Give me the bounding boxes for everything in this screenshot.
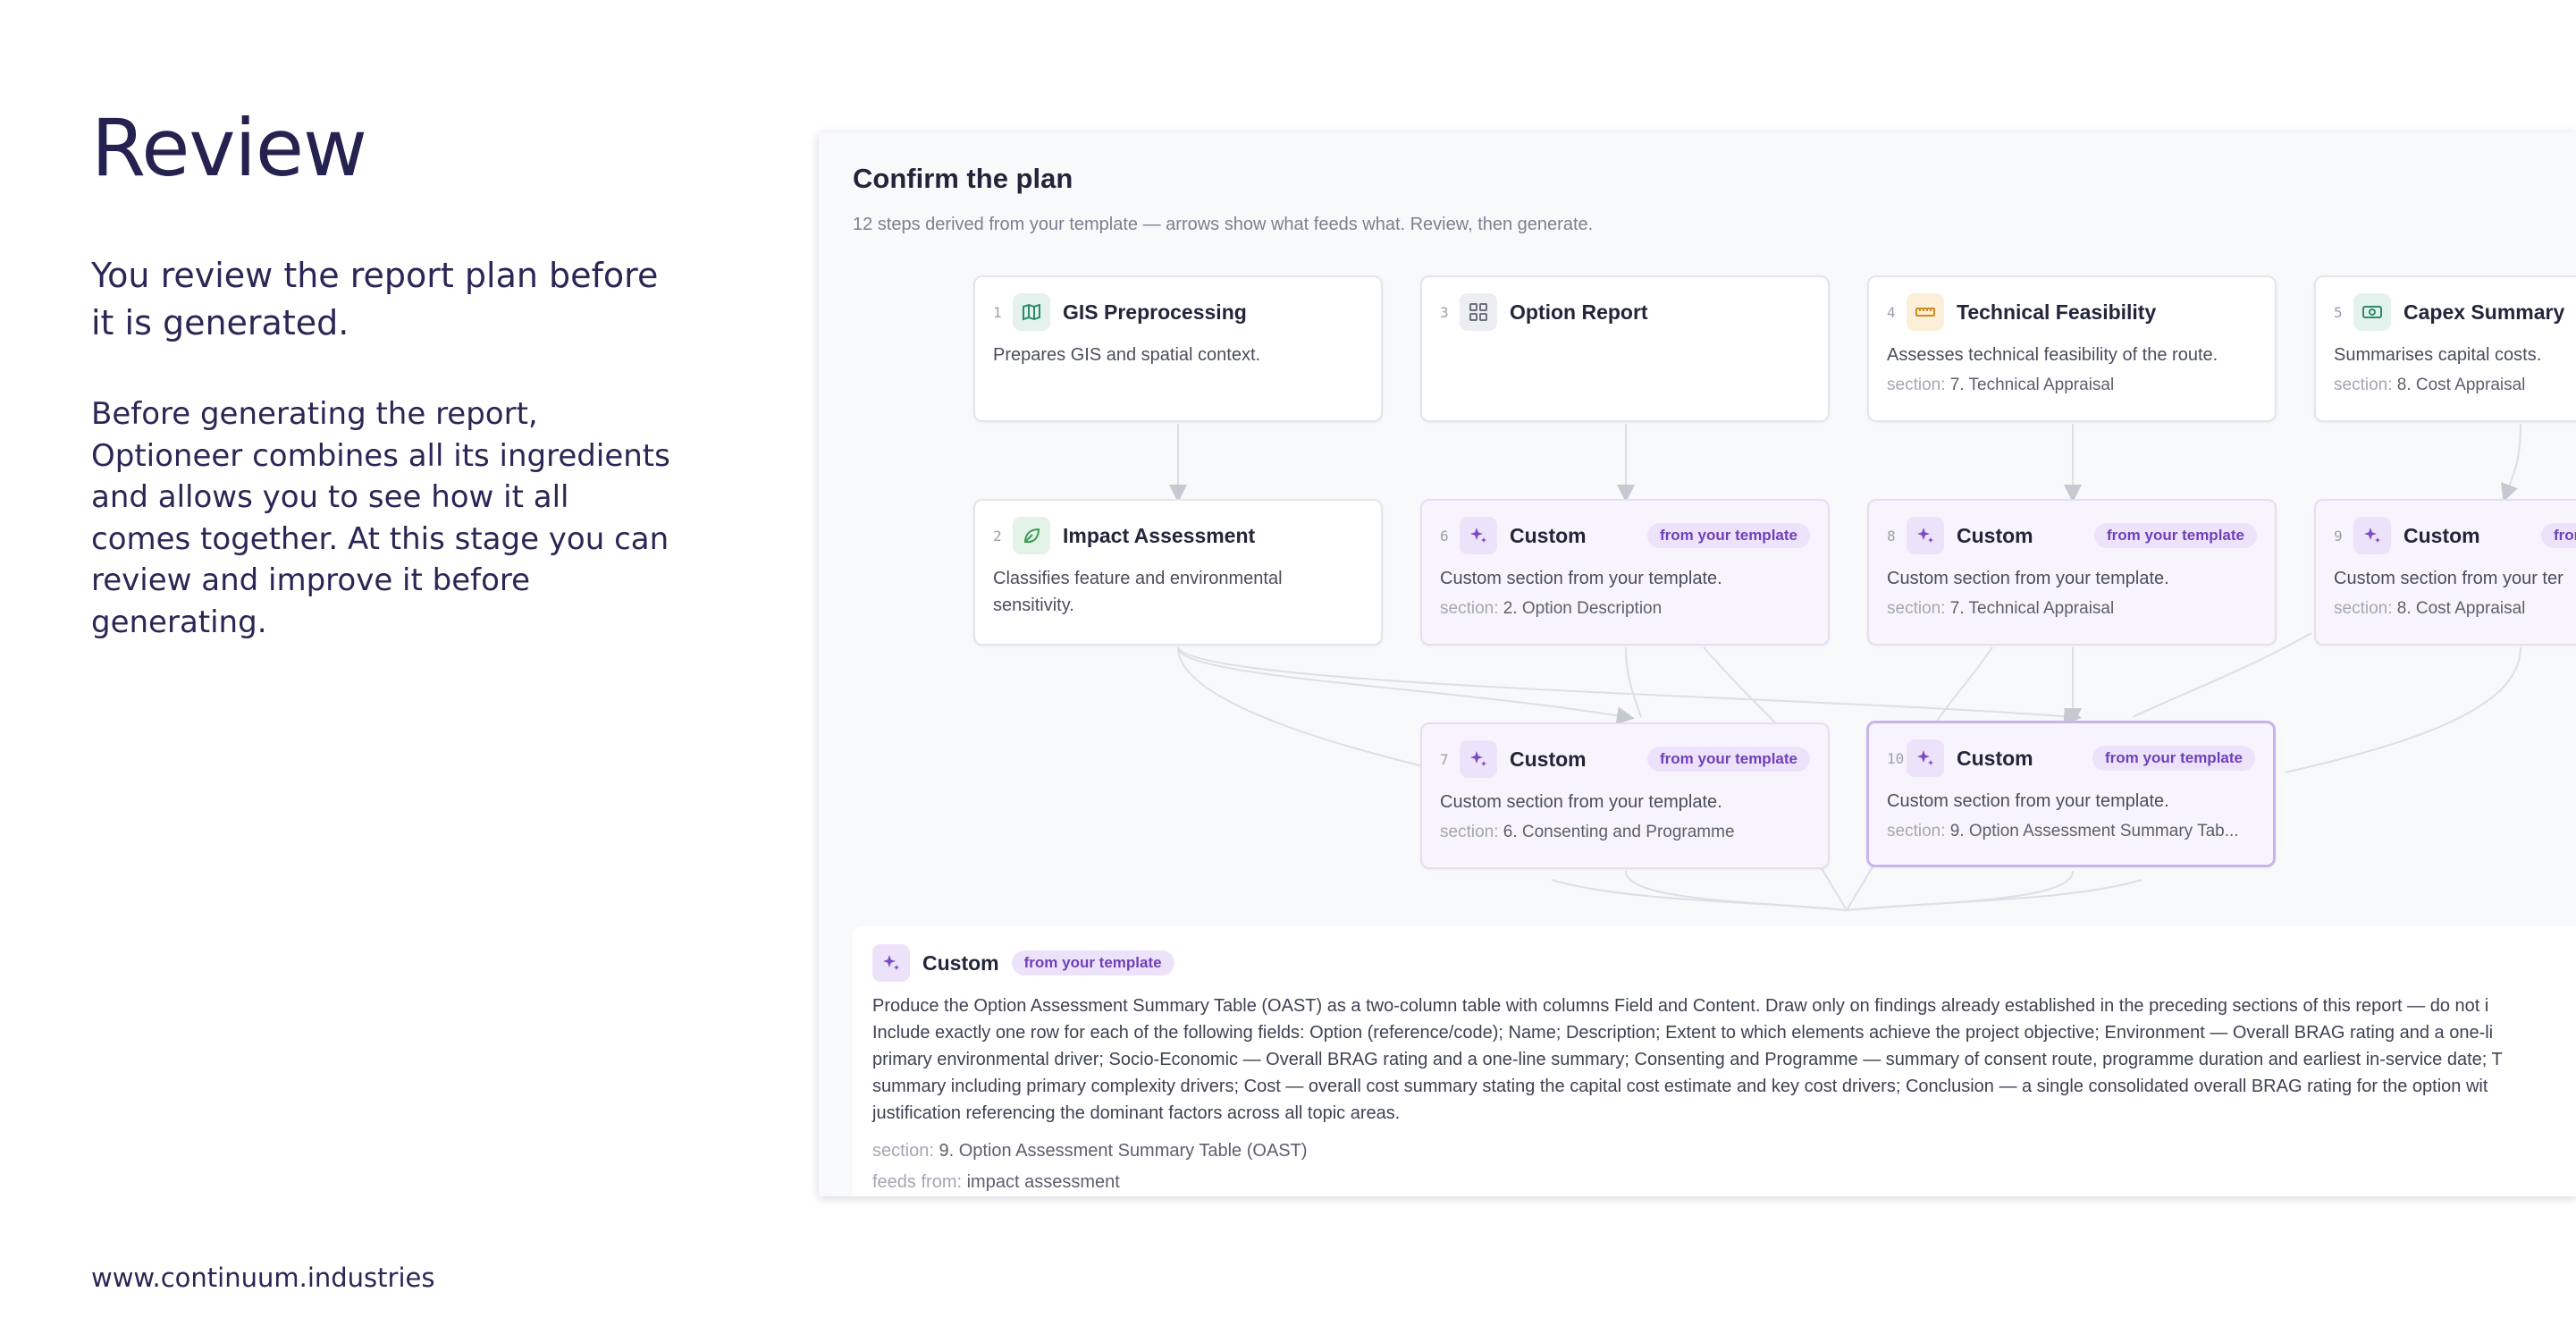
ruler-icon	[1907, 293, 1944, 331]
node-title: Custom	[1957, 746, 2033, 770]
detail-section: section: 9. Option Assessment Summary Ta…	[872, 1141, 1308, 1161]
node-number: 6	[1440, 527, 1449, 545]
node-title: Option Report	[1510, 300, 1648, 324]
sparkle-icon	[1907, 739, 1944, 777]
plan-title: Confirm the plan	[853, 163, 1073, 194]
node-number: 2	[993, 527, 1002, 545]
node-description: Custom section from your template.	[1440, 792, 1722, 812]
plan-node-capex-summary[interactable]: 5 Capex Summary Summarises capital costs…	[2314, 275, 2576, 422]
sparkle-icon	[2353, 517, 2391, 554]
template-badge: from your template	[1647, 523, 1810, 548]
plan-subtitle: 12 steps derived from your template — ar…	[853, 215, 1594, 234]
sparkle-icon	[1907, 517, 1944, 554]
node-description: Custom section from your ter	[2334, 569, 2563, 588]
sparkle-icon	[1460, 517, 1497, 554]
grid-icon	[1460, 293, 1497, 331]
template-badge: from your template	[1011, 950, 1174, 976]
template-badge: from your template	[2092, 746, 2255, 771]
template-badge: from your template	[2541, 523, 2576, 548]
leaf-icon	[1013, 517, 1050, 554]
node-number: 1	[993, 303, 1002, 321]
node-title: Impact Assessment	[1063, 523, 1256, 547]
node-title: Custom	[1510, 523, 1587, 547]
detail-prompt-text: Produce the Option Assessment Summary Ta…	[872, 996, 2503, 1123]
template-badge: from your template	[1647, 747, 1810, 772]
app-screenshot: Confirm the plan 12 steps derived from y…	[819, 132, 2576, 1196]
sparkle-icon	[872, 944, 910, 982]
node-description: Prepares GIS and spatial context.	[993, 345, 1261, 365]
node-title: Custom	[1957, 523, 2033, 547]
node-number: 4	[1887, 303, 1896, 321]
plan-node-custom-9[interactable]: 9 Custom from your template Custom secti…	[2314, 499, 2576, 646]
slide-lead-text: You review the report plan before it is …	[91, 256, 659, 342]
node-title: Capex Summary	[2403, 300, 2565, 324]
node-section: section: 7. Technical Appraisal	[1887, 376, 2115, 394]
node-description: Classifies feature and environmental sen…	[993, 569, 1283, 615]
node-description: Custom section from your template.	[1887, 791, 2169, 811]
node-description: Summarises capital costs.	[2334, 345, 2542, 365]
plan-node-option-report[interactable]: 3 Option Report	[1420, 275, 1830, 422]
detail-title: Custom	[922, 950, 999, 975]
node-number: 8	[1887, 527, 1896, 545]
sparkle-icon	[1460, 740, 1497, 778]
node-title: Custom	[1510, 747, 1587, 771]
node-number: 10	[1887, 749, 1905, 767]
node-description: Custom section from your template.	[1440, 569, 1722, 588]
plan-node-custom-6[interactable]: 6 Custom from your template Custom secti…	[1420, 499, 1830, 646]
template-badge: from your template	[2094, 523, 2257, 548]
node-section: section: 8. Cost Appraisal	[2334, 376, 2526, 394]
node-section: section: 2. Option Description	[1440, 599, 1663, 618]
node-number: 7	[1440, 750, 1449, 768]
step-detail-panel: Custom from your template Produce the Op…	[853, 926, 2576, 1196]
banknote-icon	[2353, 293, 2391, 331]
plan-node-custom-10-selected[interactable]: 10 Custom from your template Custom sect…	[1866, 721, 2276, 867]
node-description: Custom section from your template.	[1887, 569, 2169, 588]
node-section: section: 9. Option Assessment Summary Ta…	[1887, 822, 2239, 840]
node-title: GIS Preprocessing	[1063, 300, 1247, 324]
slide-body-text: Before generating the report, Optioneer …	[91, 396, 670, 640]
node-number: 3	[1440, 303, 1449, 321]
plan-node-impact-assessment[interactable]: 2 Impact Assessment Classifies feature a…	[973, 499, 1383, 646]
footer-url[interactable]: www.continuum.industries	[91, 1263, 434, 1293]
node-number: 9	[2334, 527, 2343, 545]
node-title: Custom	[2403, 523, 2480, 547]
plan-node-custom-8[interactable]: 8 Custom from your template Custom secti…	[1867, 499, 2277, 646]
map-icon	[1013, 293, 1050, 331]
node-section: section: 6. Consenting and Programme	[1440, 823, 1735, 841]
slide-title: Review	[91, 102, 367, 194]
plan-node-gis-preprocessing[interactable]: 1 GIS Preprocessing Prepares GIS and spa…	[973, 275, 1383, 422]
plan-node-technical-feasibility[interactable]: 4 Technical Feasibility Assesses technic…	[1867, 275, 2277, 422]
node-title: Technical Feasibility	[1957, 300, 2157, 324]
node-section: section: 7. Technical Appraisal	[1887, 599, 2115, 618]
plan-node-custom-7[interactable]: 7 Custom from your template Custom secti…	[1420, 722, 1830, 869]
detail-feeds-from: feeds from: impact assessment	[872, 1172, 1120, 1192]
node-number: 5	[2334, 303, 2343, 321]
node-description: Assesses technical feasibility of the ro…	[1887, 345, 2218, 365]
node-section: section: 8. Cost Appraisal	[2334, 599, 2526, 618]
